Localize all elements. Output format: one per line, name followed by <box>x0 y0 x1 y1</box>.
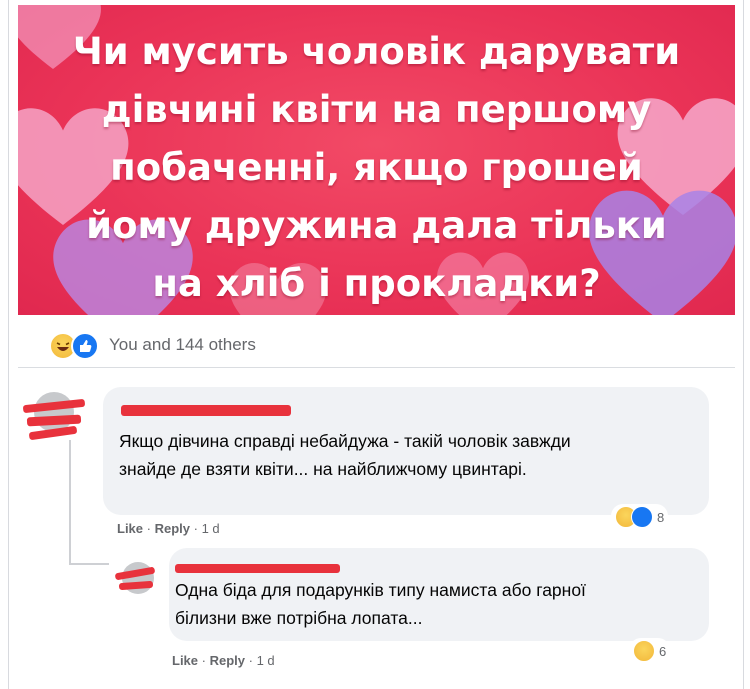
post-card: Чи мусить чоловік дарувати дівчині квіти… <box>8 0 744 689</box>
haha-icon <box>633 640 655 662</box>
avatar-redaction <box>28 425 78 441</box>
comment-text: Одна біда для подарунків типу намиста аб… <box>175 580 586 628</box>
comment-meta: Like · Reply · 1 d <box>117 521 220 536</box>
comment-time[interactable]: 1 d <box>257 653 275 668</box>
like-icon <box>631 506 653 528</box>
reply-link[interactable]: Reply <box>210 653 245 668</box>
reaction-icons <box>49 332 105 360</box>
separator: · <box>201 653 210 668</box>
banner-text: Чи мусить чоловік дарувати дівчині квіти… <box>72 30 681 305</box>
author-name-redaction[interactable] <box>175 564 340 573</box>
like-icon <box>71 332 99 360</box>
separator: · <box>193 521 202 536</box>
reply-thread-line <box>69 563 109 565</box>
comment-meta: Like · Reply · 1 d <box>172 653 275 668</box>
comment-bubble: Одна біда для подарунків типу намиста аб… <box>169 548 709 641</box>
comment-text: Якщо дівчина справді небайдужа - такій ч… <box>119 431 571 479</box>
reply-thread-line <box>69 440 71 565</box>
like-link[interactable]: Like <box>117 521 143 536</box>
post-image-banner[interactable]: Чи мусить чоловік дарувати дівчині квіти… <box>18 5 735 315</box>
comment-reactions[interactable]: 8 <box>611 504 669 530</box>
like-link[interactable]: Like <box>172 653 198 668</box>
comment-time[interactable]: 1 d <box>202 521 220 536</box>
comment-reactions[interactable]: 6 <box>629 638 671 664</box>
separator: · <box>248 653 257 668</box>
reactions-label[interactable]: You and 144 others <box>109 335 256 355</box>
author-name-redaction[interactable] <box>121 405 291 416</box>
reaction-count: 8 <box>657 509 665 525</box>
separator: · <box>146 521 155 536</box>
comment-bubble: Якщо дівчина справді небайдужа - такій ч… <box>103 387 709 515</box>
avatar-redaction <box>26 414 82 427</box>
reaction-count: 6 <box>659 643 667 659</box>
reply-link[interactable]: Reply <box>155 521 190 536</box>
divider <box>18 367 735 368</box>
post-reactions-summary[interactable]: You and 144 others <box>49 330 256 360</box>
